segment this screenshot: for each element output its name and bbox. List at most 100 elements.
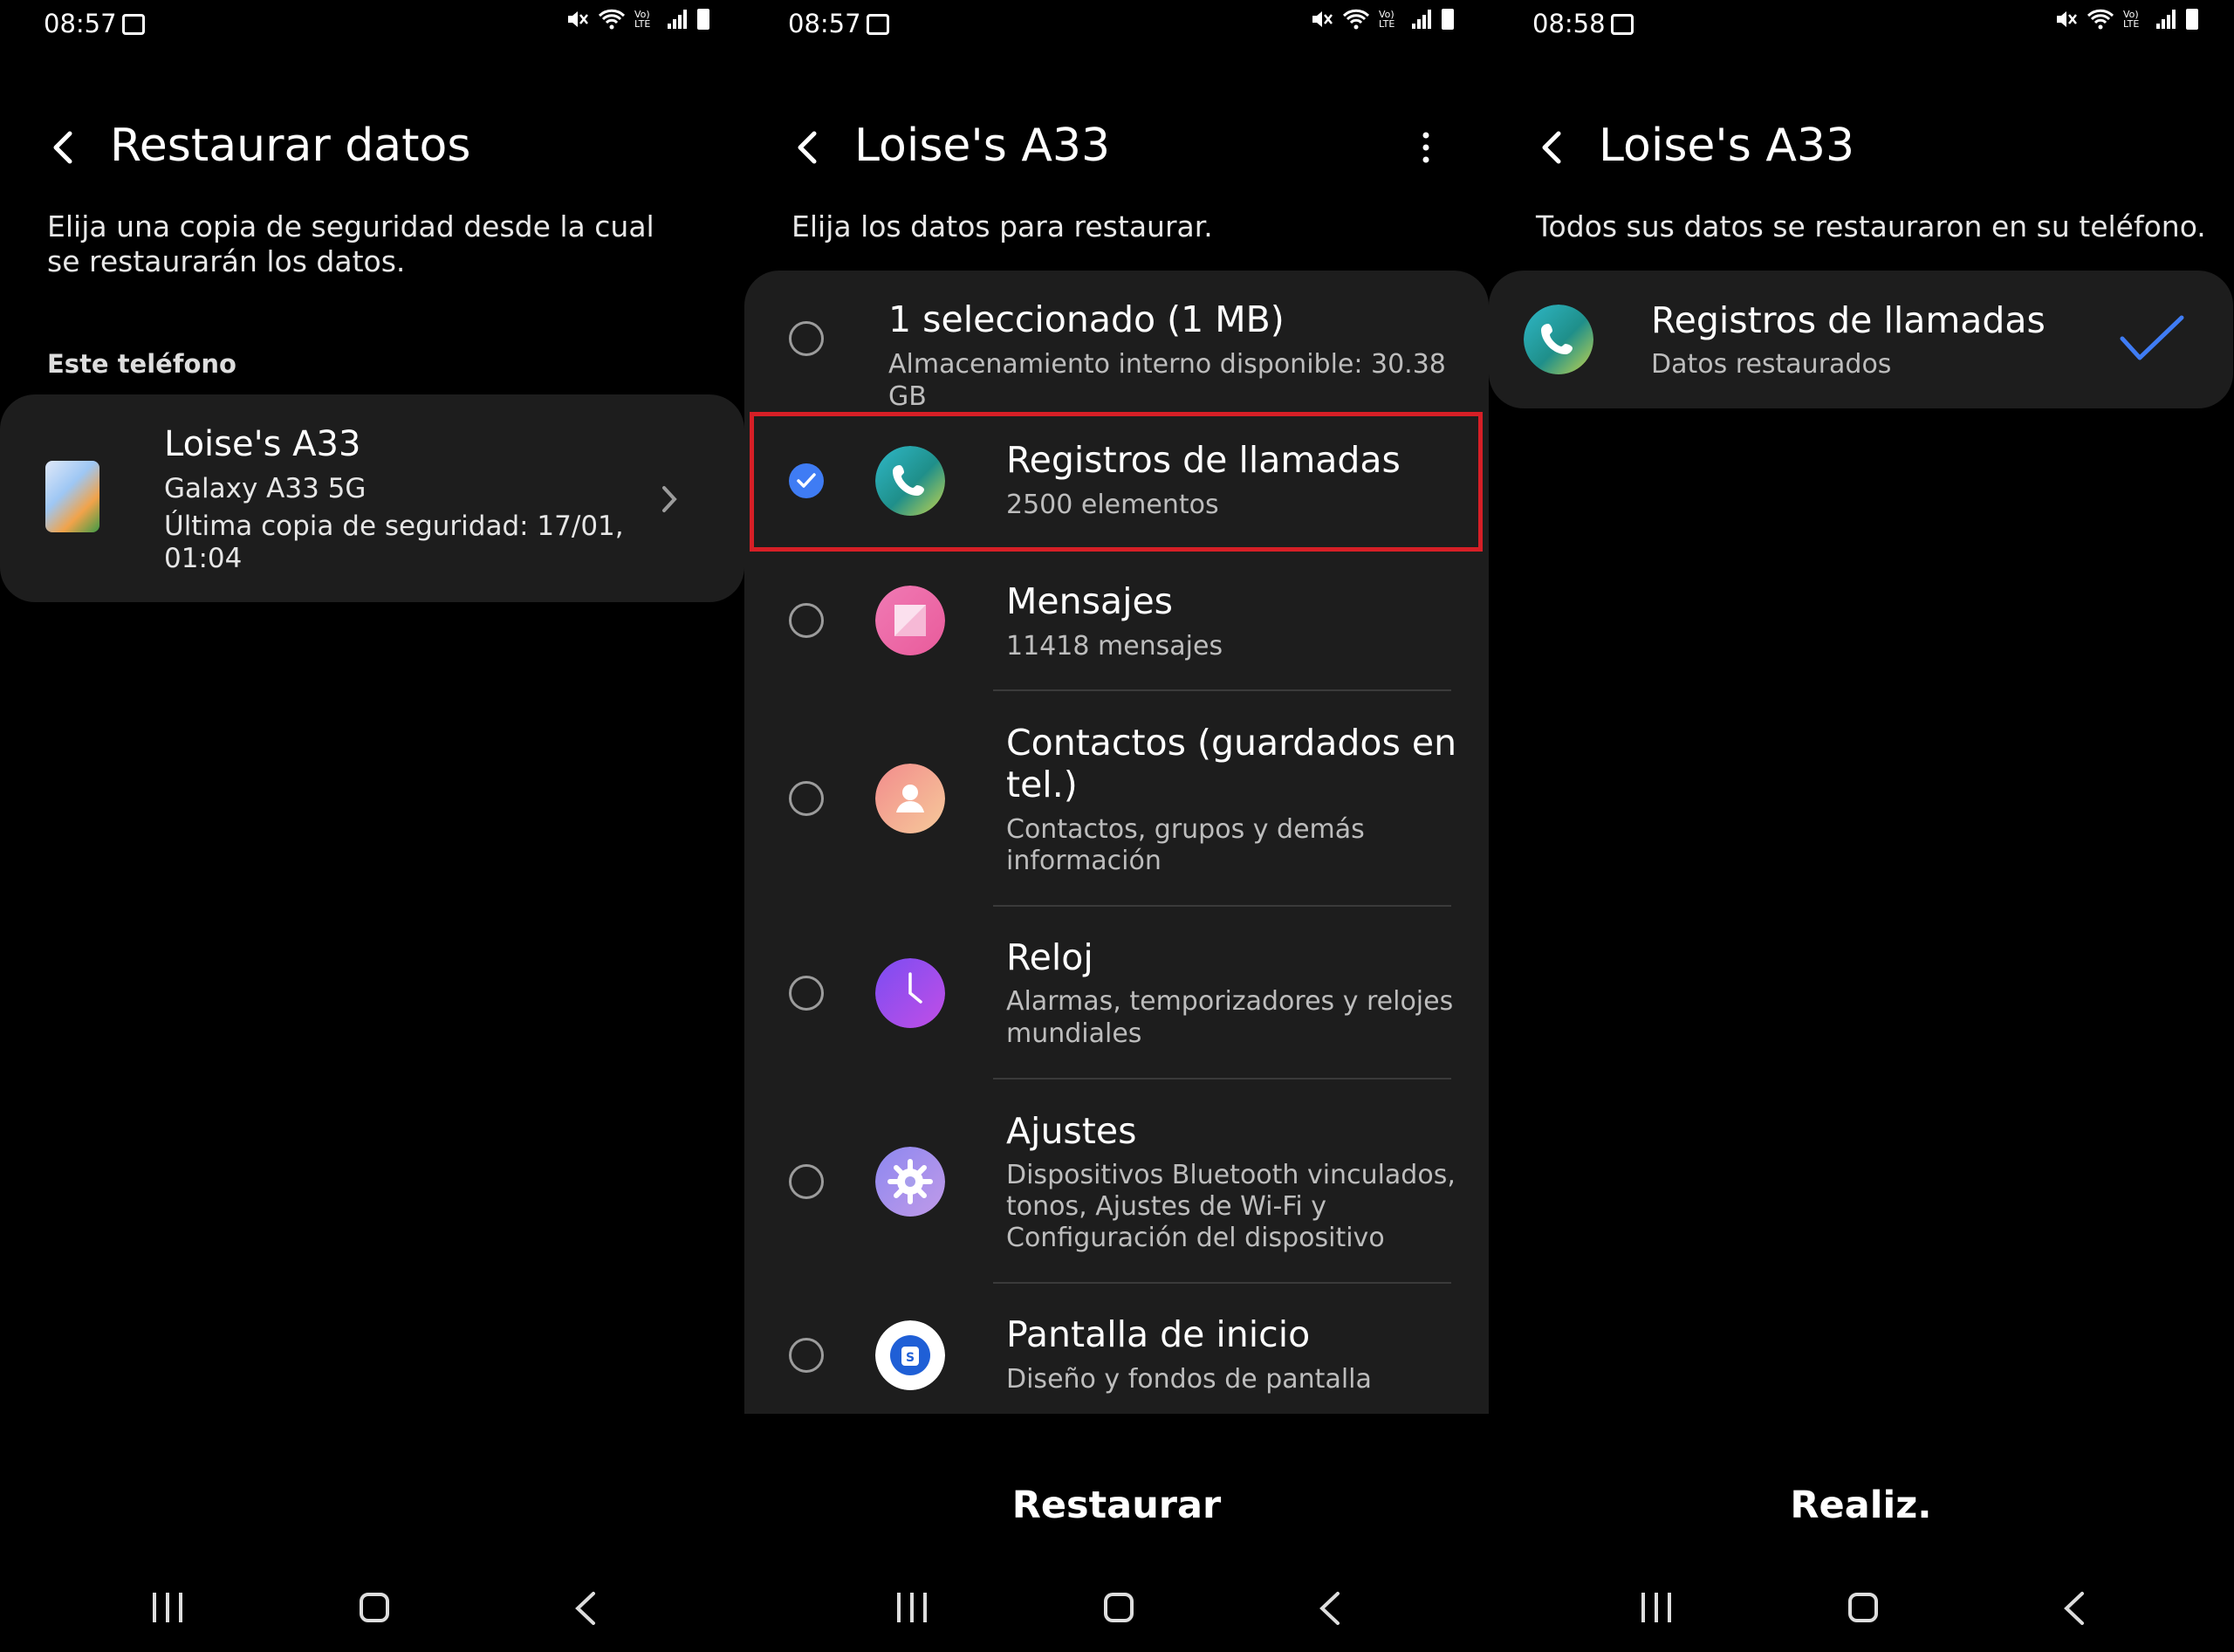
highlight-box [750,412,1483,552]
done-button[interactable]: Realiz. [1489,1484,2233,1527]
home-screen-radio[interactable] [789,1338,824,1373]
gallery-notification-icon [867,14,889,35]
settings-icon [875,1147,945,1217]
status-icons: Vo) LTE [1311,9,1454,30]
mute-icon [568,11,588,27]
device-thumbnail [45,461,99,532]
status-bar: 08:58 Vo) LTE [1489,0,2233,49]
status-bar: 08:57 Vo) LTE [744,0,1489,49]
status-icons: Vo) LTE [2055,9,2198,30]
back-arrow-icon[interactable] [1532,127,1574,168]
section-label: Este teléfono [47,349,236,379]
contacts-title-line1: Contactos (guardados en [1006,722,1457,764]
panel-select-backup: 08:57 Vo) LTE Restaurar datos Elija una … [0,0,744,1652]
recents-button[interactable] [897,1593,927,1622]
messages-count: 11418 mensajes [1006,631,1223,661]
home-screen-title: Pantalla de inicio [1006,1313,1311,1355]
mute-icon [2057,11,2077,27]
more-options-icon[interactable] [1417,127,1435,168]
last-backup-time: 01:04 [164,543,243,574]
recents-button[interactable] [1641,1593,1671,1622]
page-description: Elija los datos para restaurar. [791,209,1213,243]
settings-title: Ajustes [1006,1110,1137,1152]
signal-icon [2155,10,2177,29]
clock-icon [875,958,945,1028]
volte-icon: Vo) LTE [2123,9,2140,30]
call-logs-count: 2500 elementos [1006,490,1219,520]
nav-back-button[interactable] [572,1590,599,1627]
navigation-bar [744,1571,1489,1641]
wifi-icon [598,9,626,30]
wifi-icon [2087,9,2114,30]
home-button[interactable] [1104,1593,1134,1622]
phone-icon [1524,305,1593,374]
mute-icon [1312,11,1333,27]
page-title: Restaurar datos [110,120,471,172]
select-all-radio[interactable] [789,321,824,356]
messages-icon [875,586,945,655]
restored-item-title: Registros de llamadas [1651,299,2046,341]
volte-icon: Vo) LTE [634,9,651,30]
list-divider [993,689,1451,691]
app-header: Loise's A33 [1489,118,2233,174]
restore-button[interactable]: Restaurar [744,1484,1489,1527]
panel-restore-complete: 08:58 Vo) LTE Loise's A33 Todos sus dato… [1489,0,2233,1652]
app-header: Loise's A33 [744,118,1489,174]
contacts-subtitle-line2: información [1006,846,1162,876]
status-bar: 08:57 Vo) LTE [0,0,744,49]
page-description: Todos sus datos se restauraron en su tel… [1536,209,2206,243]
settings-radio[interactable] [789,1164,824,1199]
home-screen-icon: S [875,1320,945,1390]
restored-item-status: Datos restaurados [1651,349,1892,380]
list-divider [993,1078,1451,1080]
contacts-subtitle-line1: Contactos, grupos y demás [1006,814,1365,845]
call-logs-checkbox[interactable] [789,463,824,498]
page-title: Loise's A33 [1599,120,1855,172]
wifi-icon [1342,9,1370,30]
back-arrow-icon[interactable] [788,127,830,168]
navigation-bar [1489,1571,2233,1641]
contacts-radio[interactable] [789,781,824,816]
clock-subtitle-line1: Alarmas, temporizadores y relojes [1006,986,1454,1017]
checkmark-icon [2120,315,2184,360]
contacts-title-line2: tel.) [1006,764,1078,805]
device-model: Galaxy A33 5G [164,473,367,504]
status-icons: Vo) LTE [566,9,709,30]
battery-icon [697,9,709,30]
messages-radio[interactable] [789,603,824,638]
back-arrow-icon[interactable] [44,127,86,168]
settings-subtitle-line1: Dispositivos Bluetooth vinculados, [1006,1160,1456,1190]
signal-icon [1410,10,1433,29]
device-name: Loise's A33 [164,424,361,464]
home-button[interactable] [1848,1593,1878,1622]
battery-icon [2186,9,2198,30]
phone-icon [875,446,945,516]
page-description: Elija una copia de seguridad desde la cu… [47,209,654,278]
volte-icon: Vo) LTE [1379,9,1395,30]
settings-subtitle-line3: Configuración del dispositivo [1006,1223,1385,1253]
gallery-notification-icon [1611,14,1634,35]
nav-back-button[interactable] [2061,1590,2087,1627]
clock-radio[interactable] [789,976,824,1011]
last-backup-date: Última copia de seguridad: 17/01, [164,511,624,542]
home-button[interactable] [360,1593,389,1622]
selection-summary: 1 seleccionado (1 MB) [888,298,1285,340]
gallery-notification-icon [122,14,145,35]
storage-available: Almacenamiento interno disponible: 30.38… [888,349,1446,412]
battery-icon [1442,9,1454,30]
app-header: Restaurar datos [0,118,744,174]
list-divider [993,1282,1451,1284]
device-backup-card[interactable] [0,394,744,602]
nav-back-button[interactable] [1317,1590,1343,1627]
status-time: 08:57 [44,9,117,38]
chevron-right-icon [662,486,677,512]
settings-subtitle-line2: tonos, Ajustes de Wi-Fi y [1006,1191,1326,1222]
clock-subtitle-line2: mundiales [1006,1018,1142,1049]
messages-title: Mensajes [1006,580,1174,622]
clock-title: Reloj [1006,936,1093,978]
home-screen-subtitle: Diseño y fondos de pantalla [1006,1364,1372,1395]
status-time: 08:58 [1532,9,1606,38]
recents-button[interactable] [153,1593,182,1622]
navigation-bar [0,1571,744,1641]
list-divider [993,905,1451,907]
